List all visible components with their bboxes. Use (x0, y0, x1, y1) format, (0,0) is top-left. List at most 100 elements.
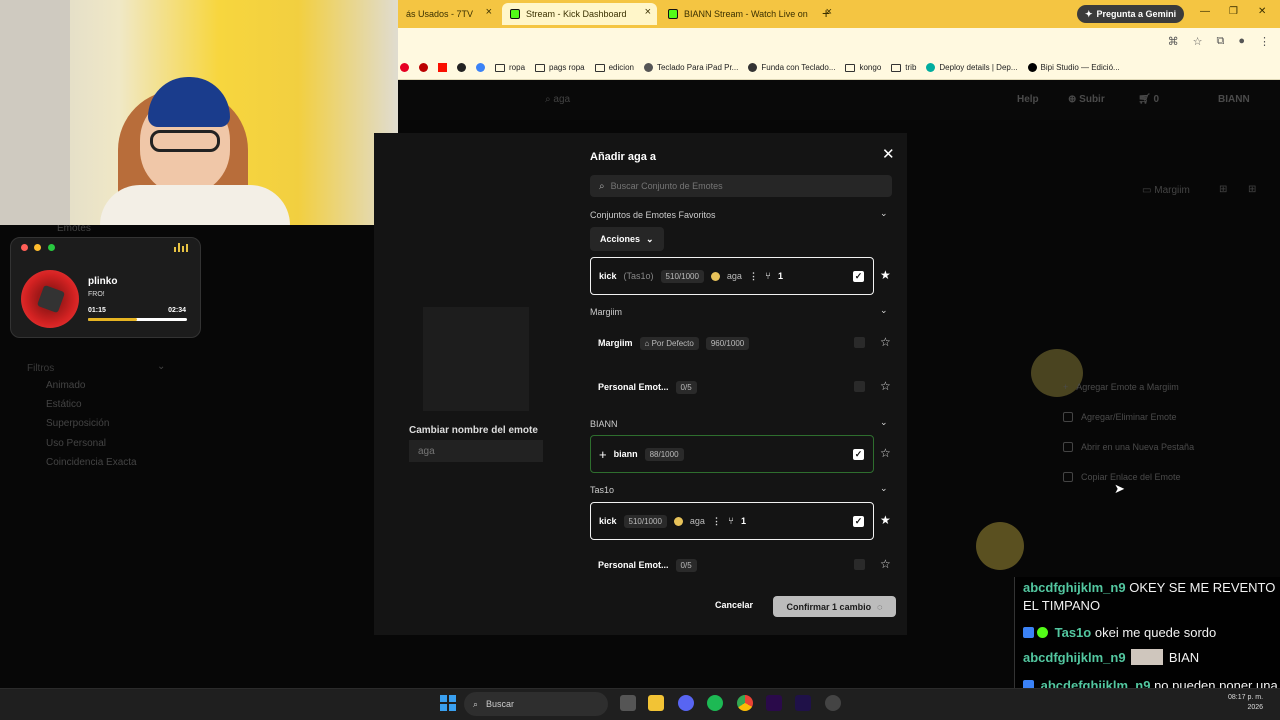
chrome-icon[interactable] (737, 695, 753, 711)
close-icon[interactable]: × (645, 6, 651, 18)
filter-exact-match[interactable]: Coincidencia Exacta (46, 457, 137, 468)
set-checkbox[interactable] (854, 337, 865, 348)
chevron-down-icon[interactable]: ⌄ (157, 361, 165, 372)
bookmark-label: ropa (509, 63, 526, 72)
filter-animated[interactable]: Animado (46, 380, 85, 391)
menu-open-new-tab[interactable]: Abrir en una Nueva Pestaña (1055, 432, 1235, 462)
set-capacity: 510/1000 (623, 514, 667, 528)
extensions-icon[interactable]: ⧉ (1216, 35, 1224, 48)
close-icon[interactable]: × (486, 6, 492, 18)
chevron-down-icon[interactable]: ⌄ (880, 417, 888, 428)
close-window-icon[interactable]: ✕ (1258, 6, 1266, 17)
set-checkbox[interactable]: ✓ (853, 271, 864, 282)
bookmark-threads[interactable] (457, 63, 466, 72)
emote-set-row-tas1o-personal[interactable]: Personal Emot... 0/5 (590, 546, 874, 584)
emote-set-row-fav-kick[interactable]: kick (Tas1o) 510/1000 aga ⋮ ⑂ 1 ✓ (590, 257, 874, 295)
bookmark-bipi[interactable]: Bipi Studio — Edició... (1027, 63, 1120, 72)
set-checkbox[interactable]: ✓ (853, 516, 864, 527)
zoom-dot-icon[interactable] (48, 244, 55, 251)
star-outline-icon[interactable]: ☆ (880, 557, 891, 571)
cancel-button[interactable]: Cancelar (715, 600, 753, 610)
chevron-down-icon[interactable]: ⌄ (880, 208, 888, 219)
search-icon: ⌕ (473, 698, 479, 709)
tab-label: BIANN Stream - Watch Live on (684, 9, 808, 19)
translate-icon[interactable]: ⌘ (1168, 35, 1179, 48)
file-explorer-icon[interactable] (648, 695, 664, 711)
bookmark-adobe[interactable] (438, 63, 447, 72)
filter-overlay[interactable]: Superposición (46, 418, 109, 429)
more-vertical-icon[interactable]: ⋮ (712, 516, 721, 527)
close-dot-icon[interactable] (21, 244, 28, 251)
set-owner-button[interactable]: ▭ Margiim (1142, 185, 1190, 196)
emote-preview (423, 307, 529, 411)
bookmark-edicion[interactable]: edicion (594, 63, 634, 72)
track-title: plinko (88, 276, 118, 287)
list-view-icon[interactable]: ⊞ (1248, 184, 1256, 195)
set-checkbox[interactable]: ✓ (853, 449, 864, 460)
star-outline-icon[interactable]: ☆ (880, 379, 891, 393)
windows-start-icon[interactable] (440, 695, 456, 711)
emote-set-search-input[interactable] (610, 181, 871, 191)
equalizer-icon (174, 243, 188, 252)
bookmark-ropa[interactable]: ropa (495, 63, 525, 72)
bookmark-pinterest[interactable] (400, 63, 409, 72)
filter-static[interactable]: Estático (46, 399, 82, 410)
glasses (150, 130, 220, 152)
bookmark-funda[interactable]: Funda con Teclado... (748, 63, 835, 72)
chevron-down-icon[interactable]: ⌄ (880, 483, 888, 494)
track-progress-bar[interactable] (88, 318, 187, 321)
menu-copy-link[interactable]: Copiar Enlace del Emote (1055, 462, 1235, 492)
bookmark-red-dot[interactable] (419, 63, 428, 72)
gemini-button[interactable]: ✦ Pregunta a Gemini (1077, 5, 1185, 23)
restore-icon[interactable]: ❐ (1229, 6, 1238, 17)
set-checkbox[interactable] (854, 381, 865, 392)
star-icon[interactable]: ★ (880, 268, 891, 282)
set-checkbox[interactable] (854, 559, 865, 570)
bookmark-pags-ropa[interactable]: pags ropa (535, 63, 585, 72)
bookmark-deploy[interactable]: Deploy details | Dep... (926, 63, 1018, 72)
obs-icon[interactable] (825, 695, 841, 711)
emote-set-row-biann[interactable]: + biann 88/1000 ✓ (590, 435, 874, 473)
menu-add-emote[interactable]: + Agregar Emote a Margiim (1055, 372, 1235, 402)
star-outline-icon[interactable]: ☆ (880, 446, 891, 460)
bookmark-kongo[interactable]: kongo (845, 63, 881, 72)
star-outline-icon[interactable]: ☆ (880, 335, 891, 349)
bookmark-teclado[interactable]: Teclado Para iPad Pr... (643, 63, 738, 72)
filter-personal[interactable]: Uso Personal (46, 438, 106, 449)
minimize-icon[interactable]: — (1200, 6, 1210, 17)
task-view-icon[interactable] (620, 695, 636, 711)
profile-avatar-icon[interactable]: ● (1238, 35, 1245, 48)
more-vertical-icon[interactable]: ⋮ (749, 271, 758, 282)
home-icon: ⌂ (644, 338, 650, 348)
minimize-dot-icon[interactable] (34, 244, 41, 251)
tab-kick-dashboard[interactable]: Stream - Kick Dashboard × (502, 3, 657, 25)
set-name: Margiim (598, 338, 633, 348)
confirm-button[interactable]: Confirmar 1 cambio ◌ (773, 596, 896, 617)
taskbar-search[interactable]: ⌕ Buscar (464, 692, 608, 716)
bookmark-star-icon[interactable]: ☆ (1193, 35, 1203, 48)
discord-icon[interactable] (678, 695, 694, 711)
track-total-time: 02:34 (168, 307, 186, 314)
bookmark-trib[interactable]: trib (891, 63, 916, 72)
after-effects-icon[interactable] (795, 695, 811, 711)
new-tab-plus-icon[interactable]: + (822, 5, 830, 21)
emote-set-row-margiim[interactable]: Margiim ⌂ Por Defecto 960/1000 (590, 324, 874, 362)
grid-view-icon[interactable]: ⊞ (1219, 184, 1227, 195)
bookmark-label: kongo (859, 63, 882, 72)
close-icon[interactable]: ✕ (882, 145, 895, 163)
rename-input[interactable] (409, 440, 543, 462)
emote-set-row-margiim-personal[interactable]: Personal Emot... 0/5 (590, 368, 874, 406)
actions-dropdown[interactable]: Acciones ⌄ (590, 227, 664, 251)
emote-set-search[interactable]: ⌕ (590, 175, 892, 197)
bookmark-link[interactable] (476, 63, 485, 72)
tab-biann-stream[interactable]: BIANN Stream - Watch Live on × (660, 3, 838, 25)
premiere-icon[interactable] (766, 695, 782, 711)
chevron-down-icon[interactable]: ⌄ (880, 305, 888, 316)
emote-set-row-tas1o-kick[interactable]: kick 510/1000 aga ⋮ ⑂ 1 ✓ (590, 502, 874, 540)
menu-add-remove-emote[interactable]: Agregar/Eliminar Emote (1055, 402, 1235, 432)
menu-label: Agregar Emote a Margiim (1076, 382, 1179, 392)
menu-kebab-icon[interactable]: ⋮ (1259, 35, 1270, 48)
star-icon[interactable]: ★ (880, 513, 891, 527)
tab-7tv[interactable]: ás Usados - 7TV × (398, 3, 498, 25)
spotify-icon[interactable] (707, 695, 723, 711)
